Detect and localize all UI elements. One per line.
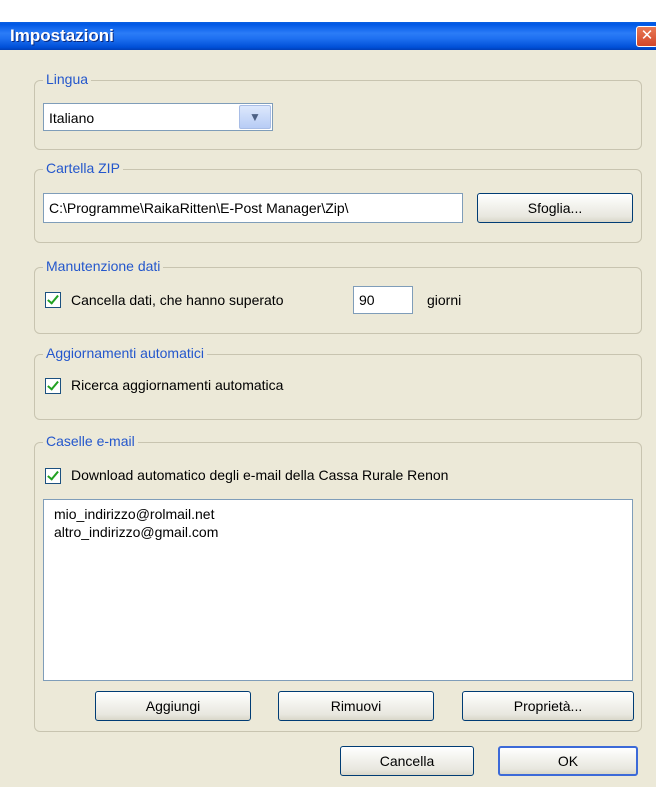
mailbox-properties-button[interactable]: Proprietà... (462, 691, 634, 721)
auto-update-checkbox[interactable] (45, 378, 61, 394)
updates-group: Aggiornamenti automatici Ricerca aggiorn… (34, 345, 642, 420)
ok-button[interactable]: OK (498, 746, 638, 776)
delete-old-data-label: Cancella dati, che hanno superato (71, 292, 284, 308)
maintenance-legend: Manutenzione dati (43, 258, 164, 274)
mailbox-list[interactable]: mio_indirizzo@rolmail.net altro_indirizz… (43, 499, 633, 681)
window-title: Impostazioni (10, 26, 114, 45)
settings-dialog: Impostazioni ✕ Lingua Italiano ▼ Cartell… (0, 22, 656, 787)
auto-update-label: Ricerca aggiornamenti automatica (71, 377, 284, 393)
chevron-down-icon[interactable]: ▼ (239, 105, 271, 129)
close-icon[interactable]: ✕ (636, 26, 656, 47)
list-item[interactable]: mio_indirizzo@rolmail.net (54, 506, 215, 522)
zip-folder-legend: Cartella ZIP (43, 160, 123, 176)
maintenance-group: Manutenzione dati Cancella dati, che han… (34, 258, 642, 334)
remove-mailbox-button[interactable]: Rimuovi (278, 691, 434, 721)
add-mailbox-button[interactable]: Aggiungi (95, 691, 251, 721)
delete-old-data-checkbox[interactable] (45, 292, 61, 308)
title-bar[interactable]: Impostazioni ✕ (0, 22, 656, 50)
language-group: Lingua Italiano ▼ (34, 71, 642, 150)
language-select[interactable]: Italiano ▼ (43, 103, 273, 131)
zip-path-input[interactable]: C:\Programme\RaikaRitten\E-Post Manager\… (43, 193, 463, 223)
auto-download-label: Download automatico degli e-mail della C… (71, 467, 449, 483)
mailboxes-group: Caselle e-mail Download automatico degli… (34, 433, 642, 732)
mailboxes-legend: Caselle e-mail (43, 433, 138, 449)
cancel-button[interactable]: Cancella (340, 746, 474, 776)
language-selected-value: Italiano (49, 110, 95, 126)
auto-download-checkbox[interactable] (45, 468, 61, 484)
browse-button[interactable]: Sfoglia... (477, 193, 633, 223)
language-legend: Lingua (43, 71, 92, 87)
days-input[interactable]: 90 (353, 286, 413, 314)
list-item[interactable]: altro_indirizzo@gmail.com (54, 524, 218, 540)
updates-legend: Aggiornamenti automatici (43, 345, 207, 361)
zip-folder-group: Cartella ZIP C:\Programme\RaikaRitten\E-… (34, 160, 642, 243)
days-unit-label: giorni (427, 292, 462, 308)
